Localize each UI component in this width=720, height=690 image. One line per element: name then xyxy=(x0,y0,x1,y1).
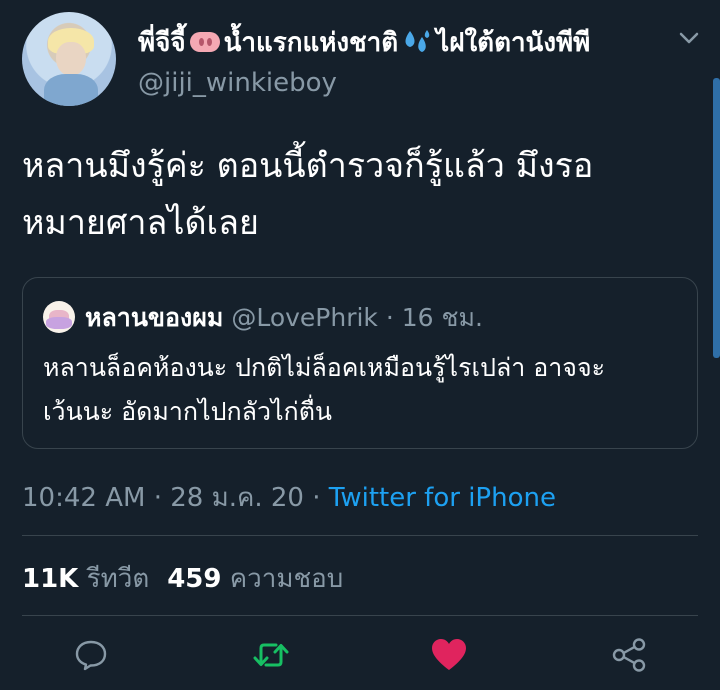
author-name-part2: น้ำแรกแห่งชาติ xyxy=(223,28,399,58)
tweet-text-line: หลานมึงรู้ค่ะ ตอนนี้ตำรวจก็รู้แล้ว มึงรอ xyxy=(22,146,594,186)
quoted-text-line: หลานล็อคห้องนะ ปกติไม่ล็อคเหมือนรู้ไรเปล… xyxy=(43,353,606,382)
likes-label: ความชอบ xyxy=(229,564,344,594)
avatar-shirt xyxy=(44,74,98,106)
like-button[interactable] xyxy=(430,636,468,674)
retweets-label: รีทวีต xyxy=(86,564,150,594)
tweet-source-link[interactable]: Twitter for iPhone xyxy=(329,483,556,513)
reply-button[interactable] xyxy=(72,636,110,674)
share-icon xyxy=(612,638,646,672)
retweets-stat[interactable]: 11K รีทวีต xyxy=(22,564,149,594)
speech-bubble-icon xyxy=(75,640,107,671)
avatar-face xyxy=(56,42,86,76)
tweet-text: หลานมึงรู้ค่ะ ตอนนี้ตำรวจก็รู้แล้ว มึงรอ… xyxy=(22,138,702,252)
author-avatar[interactable] xyxy=(22,12,116,106)
avatar-graphic xyxy=(46,317,72,329)
meta-separator: · xyxy=(312,483,321,513)
retweet-icon xyxy=(253,643,289,667)
author-name-part1: พี่จีจี้ xyxy=(138,28,186,58)
tweet-text-line: หมายศาลได้เลย xyxy=(22,203,259,243)
sweat-droplets-emoji-icon xyxy=(405,29,430,52)
retweet-button[interactable] xyxy=(252,636,290,674)
scrollbar[interactable] xyxy=(713,78,720,358)
quoted-tweet-card[interactable]: หลานของผม @LovePhrik · 16 ชม. หลานล็อคห้… xyxy=(22,277,698,449)
retweets-count: 11K xyxy=(22,564,79,594)
share-button[interactable] xyxy=(610,636,648,674)
quoted-author-avatar xyxy=(43,301,75,333)
quoted-author-name: หลานของผม xyxy=(85,303,224,332)
author-display-name[interactable]: พี่จีจี้ น้ำแรกแห่งชาติ ไฝใต้ตานังพีพี xyxy=(138,22,590,63)
author-handle[interactable]: @jiji_winkieboy xyxy=(138,68,337,98)
meta-separator: · xyxy=(153,483,162,513)
chevron-down-icon[interactable] xyxy=(678,30,700,46)
heart-icon xyxy=(432,639,466,670)
meta-separator: · xyxy=(385,303,394,332)
author-name-part3: ไฝใต้ตานังพีพี xyxy=(436,28,591,58)
likes-stat[interactable]: 459 ความชอบ xyxy=(167,564,343,594)
tweet-date[interactable]: 28 ม.ค. 20 xyxy=(170,483,304,513)
quoted-author-handle: @LovePhrik xyxy=(231,303,378,332)
tweet-time[interactable]: 10:42 AM xyxy=(22,483,145,513)
quoted-tweet-header: หลานของผม @LovePhrik · 16 ชม. xyxy=(85,298,483,338)
divider xyxy=(22,615,698,616)
tweet-timestamp: 10:42 AM · 28 ม.ค. 20 · Twitter for iPho… xyxy=(22,477,556,518)
quoted-text-line: เว้นนะ อัดมากไปกลัวไก่ตื่น xyxy=(43,397,333,426)
tweet-stats: 11K รีทวีต 459 ความชอบ xyxy=(22,558,343,599)
divider xyxy=(22,535,698,536)
quoted-tweet-time: 16 ชม. xyxy=(401,303,483,332)
pig-nose-emoji-icon xyxy=(189,31,220,52)
likes-count: 459 xyxy=(167,564,222,594)
quoted-tweet-text: หลานล็อคห้องนะ ปกติไม่ล็อคเหมือนรู้ไรเปล… xyxy=(43,346,683,434)
